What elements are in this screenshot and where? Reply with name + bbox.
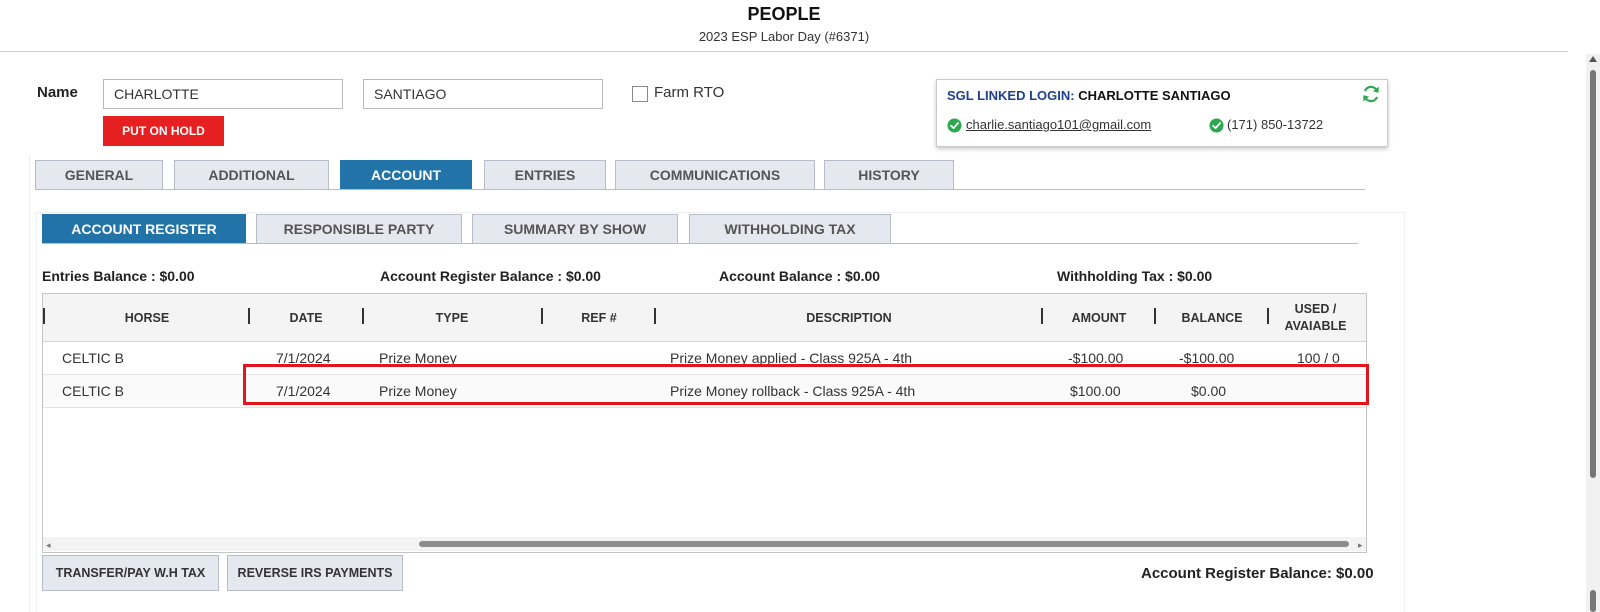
page-title: PEOPLE [747, 4, 821, 24]
subtabs-divider [42, 243, 1358, 244]
entries-balance: Entries Balance : $0.00 [42, 268, 195, 284]
column-resize-handle[interactable] [1041, 308, 1043, 324]
account-register-balance: Account Register Balance : $0.00 [380, 268, 601, 284]
tab-additional[interactable]: ADDITIONAL [174, 160, 329, 190]
column-resize-handle[interactable] [541, 308, 543, 324]
first-name-input[interactable]: CHARLOTTE [103, 79, 343, 109]
account-balance: Account Balance : $0.00 [719, 268, 881, 284]
column-header-date[interactable]: DATE [251, 294, 361, 342]
tab-general[interactable]: GENERAL [35, 160, 163, 190]
refresh-icon[interactable] [1361, 84, 1381, 104]
column-header-type[interactable]: TYPE [365, 294, 539, 342]
vertical-scroll-thumb-lower[interactable] [1590, 590, 1596, 612]
linked-login-card: SGL LINKED LOGIN: CHARLOTTE SANTIAGO cha… [936, 79, 1388, 147]
column-resize-handle[interactable] [1154, 308, 1156, 324]
email-verified-check-icon [947, 118, 962, 133]
login-phone: (171) 850-13722 [1227, 117, 1324, 132]
farm-rto-checkbox[interactable] [632, 86, 648, 102]
withholding-tax-balance: Withholding Tax : $0.00 [1057, 268, 1213, 284]
horizontal-scroll-thumb[interactable] [419, 541, 1349, 547]
show-subtitle: 2023 ESP Labor Day (#6371) [698, 29, 870, 44]
subtab-account-register[interactable]: ACCOUNT REGISTER [42, 214, 246, 244]
subtab-summary-by-show[interactable]: SUMMARY BY SHOW [472, 214, 678, 244]
horizontal-scrollbar[interactable]: ◂ ▸ [43, 537, 1366, 551]
cell-horse: CELTIC B [62, 350, 124, 366]
login-email-link[interactable]: charlie.santiago101@gmail.com [966, 117, 1151, 132]
column-resize-handle[interactable] [43, 308, 45, 324]
grid-header: HORSE DATE TYPE REF # DESCRIPTION AMOUNT… [43, 294, 1366, 342]
column-header-balance[interactable]: BALANCE [1157, 294, 1267, 342]
column-resize-handle[interactable] [1267, 308, 1269, 324]
tab-entries[interactable]: ENTRIES [484, 160, 606, 190]
subtab-withholding-tax[interactable]: WITHHOLDING TAX [689, 214, 891, 244]
column-header-ref[interactable]: REF # [544, 294, 654, 342]
tabs-divider [35, 189, 1365, 190]
cell-horse: CELTIC B [62, 383, 124, 399]
tab-history[interactable]: HISTORY [824, 160, 954, 190]
column-resize-handle[interactable] [248, 308, 250, 324]
column-header-amount[interactable]: AMOUNT [1044, 294, 1154, 342]
column-resize-handle[interactable] [654, 308, 656, 324]
scroll-right-arrow-icon[interactable]: ▸ [1358, 540, 1363, 551]
linked-login-title: SGL LINKED LOGIN: CHARLOTTE SANTIAGO [947, 88, 1231, 103]
highlight-box [243, 364, 1369, 405]
subtab-responsible-party[interactable]: RESPONSIBLE PARTY [256, 214, 462, 244]
column-header-horse[interactable]: HORSE [47, 294, 247, 342]
reverse-irs-payments-button[interactable]: REVERSE IRS PAYMENTS [227, 555, 403, 591]
put-on-hold-button[interactable]: PUT ON HOLD [103, 116, 224, 146]
footer-account-register-balance: Account Register Balance: $0.00 [1141, 565, 1374, 582]
transfer-pay-wh-tax-button[interactable]: TRANSFER/PAY W.H TAX [42, 555, 219, 591]
column-header-used-available[interactable]: USED / AVAIABLE [1273, 294, 1358, 342]
page-header: PEOPLE 2023 ESP Labor Day (#6371) [0, 0, 1568, 52]
phone-verified-check-icon [1209, 118, 1224, 133]
linked-login-name: CHARLOTTE SANTIAGO [1078, 88, 1231, 103]
farm-rto-label: Farm RTO [654, 84, 725, 101]
tab-account[interactable]: ACCOUNT [340, 160, 472, 190]
scroll-left-arrow-icon[interactable]: ◂ [46, 540, 51, 551]
tab-communications[interactable]: COMMUNICATIONS [615, 160, 815, 190]
scroll-up-arrow-icon[interactable] [1589, 56, 1597, 62]
vertical-scroll-thumb[interactable] [1590, 70, 1596, 478]
linked-login-label: SGL LINKED LOGIN: [947, 88, 1075, 103]
column-header-description[interactable]: DESCRIPTION [657, 294, 1041, 342]
account-register-grid: HORSE DATE TYPE REF # DESCRIPTION AMOUNT… [42, 293, 1367, 553]
column-resize-handle[interactable] [362, 308, 364, 324]
last-name-input[interactable]: SANTIAGO [363, 79, 603, 109]
name-label: Name [37, 84, 78, 101]
